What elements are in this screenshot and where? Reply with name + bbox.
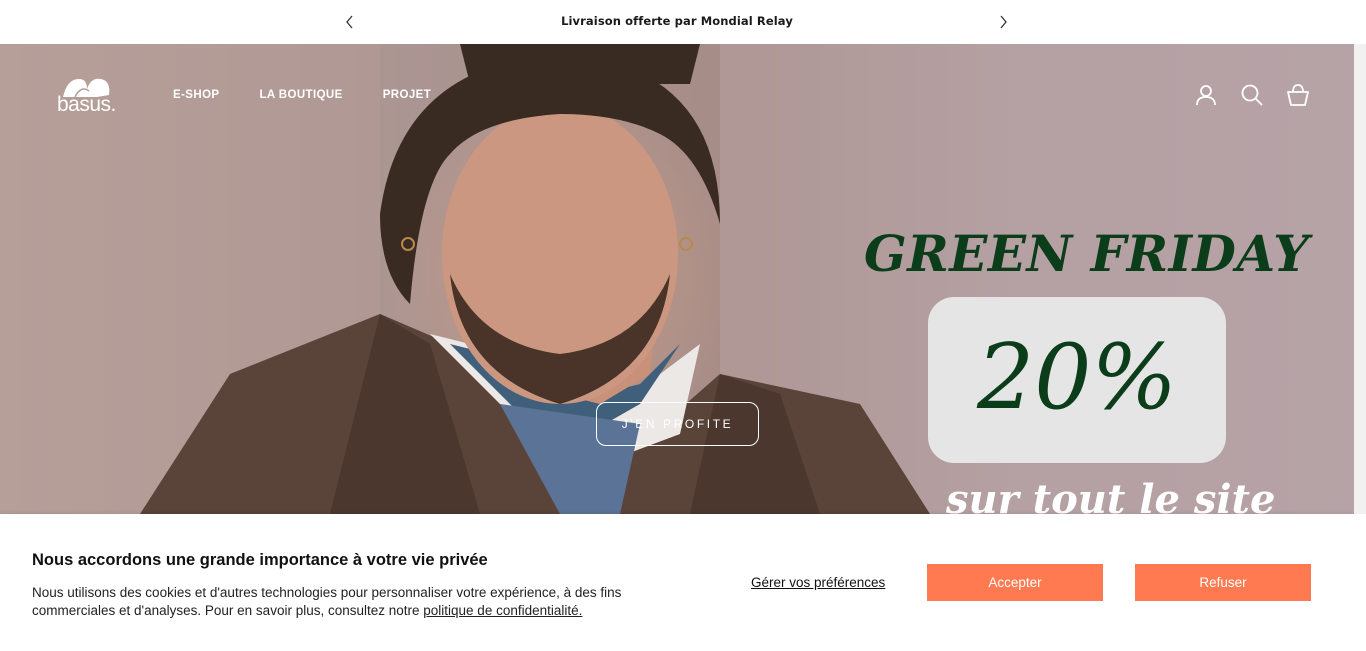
scrollbar[interactable] — [1354, 44, 1366, 514]
cta-button[interactable]: J'EN PROFITE — [596, 402, 759, 446]
nav-item-projet[interactable]: PROJET — [383, 89, 431, 101]
chevron-right-icon[interactable] — [993, 12, 1013, 32]
cookie-title: Nous accordons une grande importance à v… — [32, 551, 488, 569]
nav-item-la-boutique[interactable]: LA BOUTIQUE — [260, 89, 343, 101]
search-icon[interactable] — [1240, 83, 1264, 107]
cookie-body: Nous utilisons des cookies et d'autres t… — [32, 584, 672, 620]
refuse-button[interactable]: Refuser — [1135, 564, 1311, 601]
announcement-bar: Livraison offerte par Mondial Relay — [0, 0, 1366, 44]
accept-button[interactable]: Accepter — [927, 564, 1103, 601]
promo-subtitle: sur tout le site — [946, 476, 1276, 514]
promo-discount-box: 20% — [928, 297, 1226, 463]
privacy-policy-link[interactable]: politique de confidentialité. — [423, 603, 582, 618]
basus-logo[interactable]: basus. — [57, 75, 127, 117]
main-nav: E-SHOP LA BOUTIQUE PROJET — [173, 89, 431, 101]
announcement-message: Livraison offerte par Mondial Relay — [561, 14, 793, 28]
nav-item-e-shop[interactable]: E-SHOP — [173, 89, 220, 101]
cart-icon[interactable] — [1286, 83, 1310, 107]
promo-discount: 20% — [976, 325, 1178, 430]
logo-text: basus. — [57, 93, 116, 116]
cookie-scroll-gutter — [1354, 514, 1366, 651]
manage-preferences-link[interactable]: Gérer vos préférences — [751, 575, 885, 590]
account-icon[interactable] — [1194, 83, 1218, 107]
promo-title: GREEN FRIDAY — [864, 224, 1310, 283]
header-actions — [1194, 83, 1310, 107]
cookie-banner: Nous accordons une grande importance à v… — [0, 514, 1354, 651]
hero-banner: basus. E-SHOP LA BOUTIQUE PROJET GREEN F… — [0, 44, 1354, 514]
